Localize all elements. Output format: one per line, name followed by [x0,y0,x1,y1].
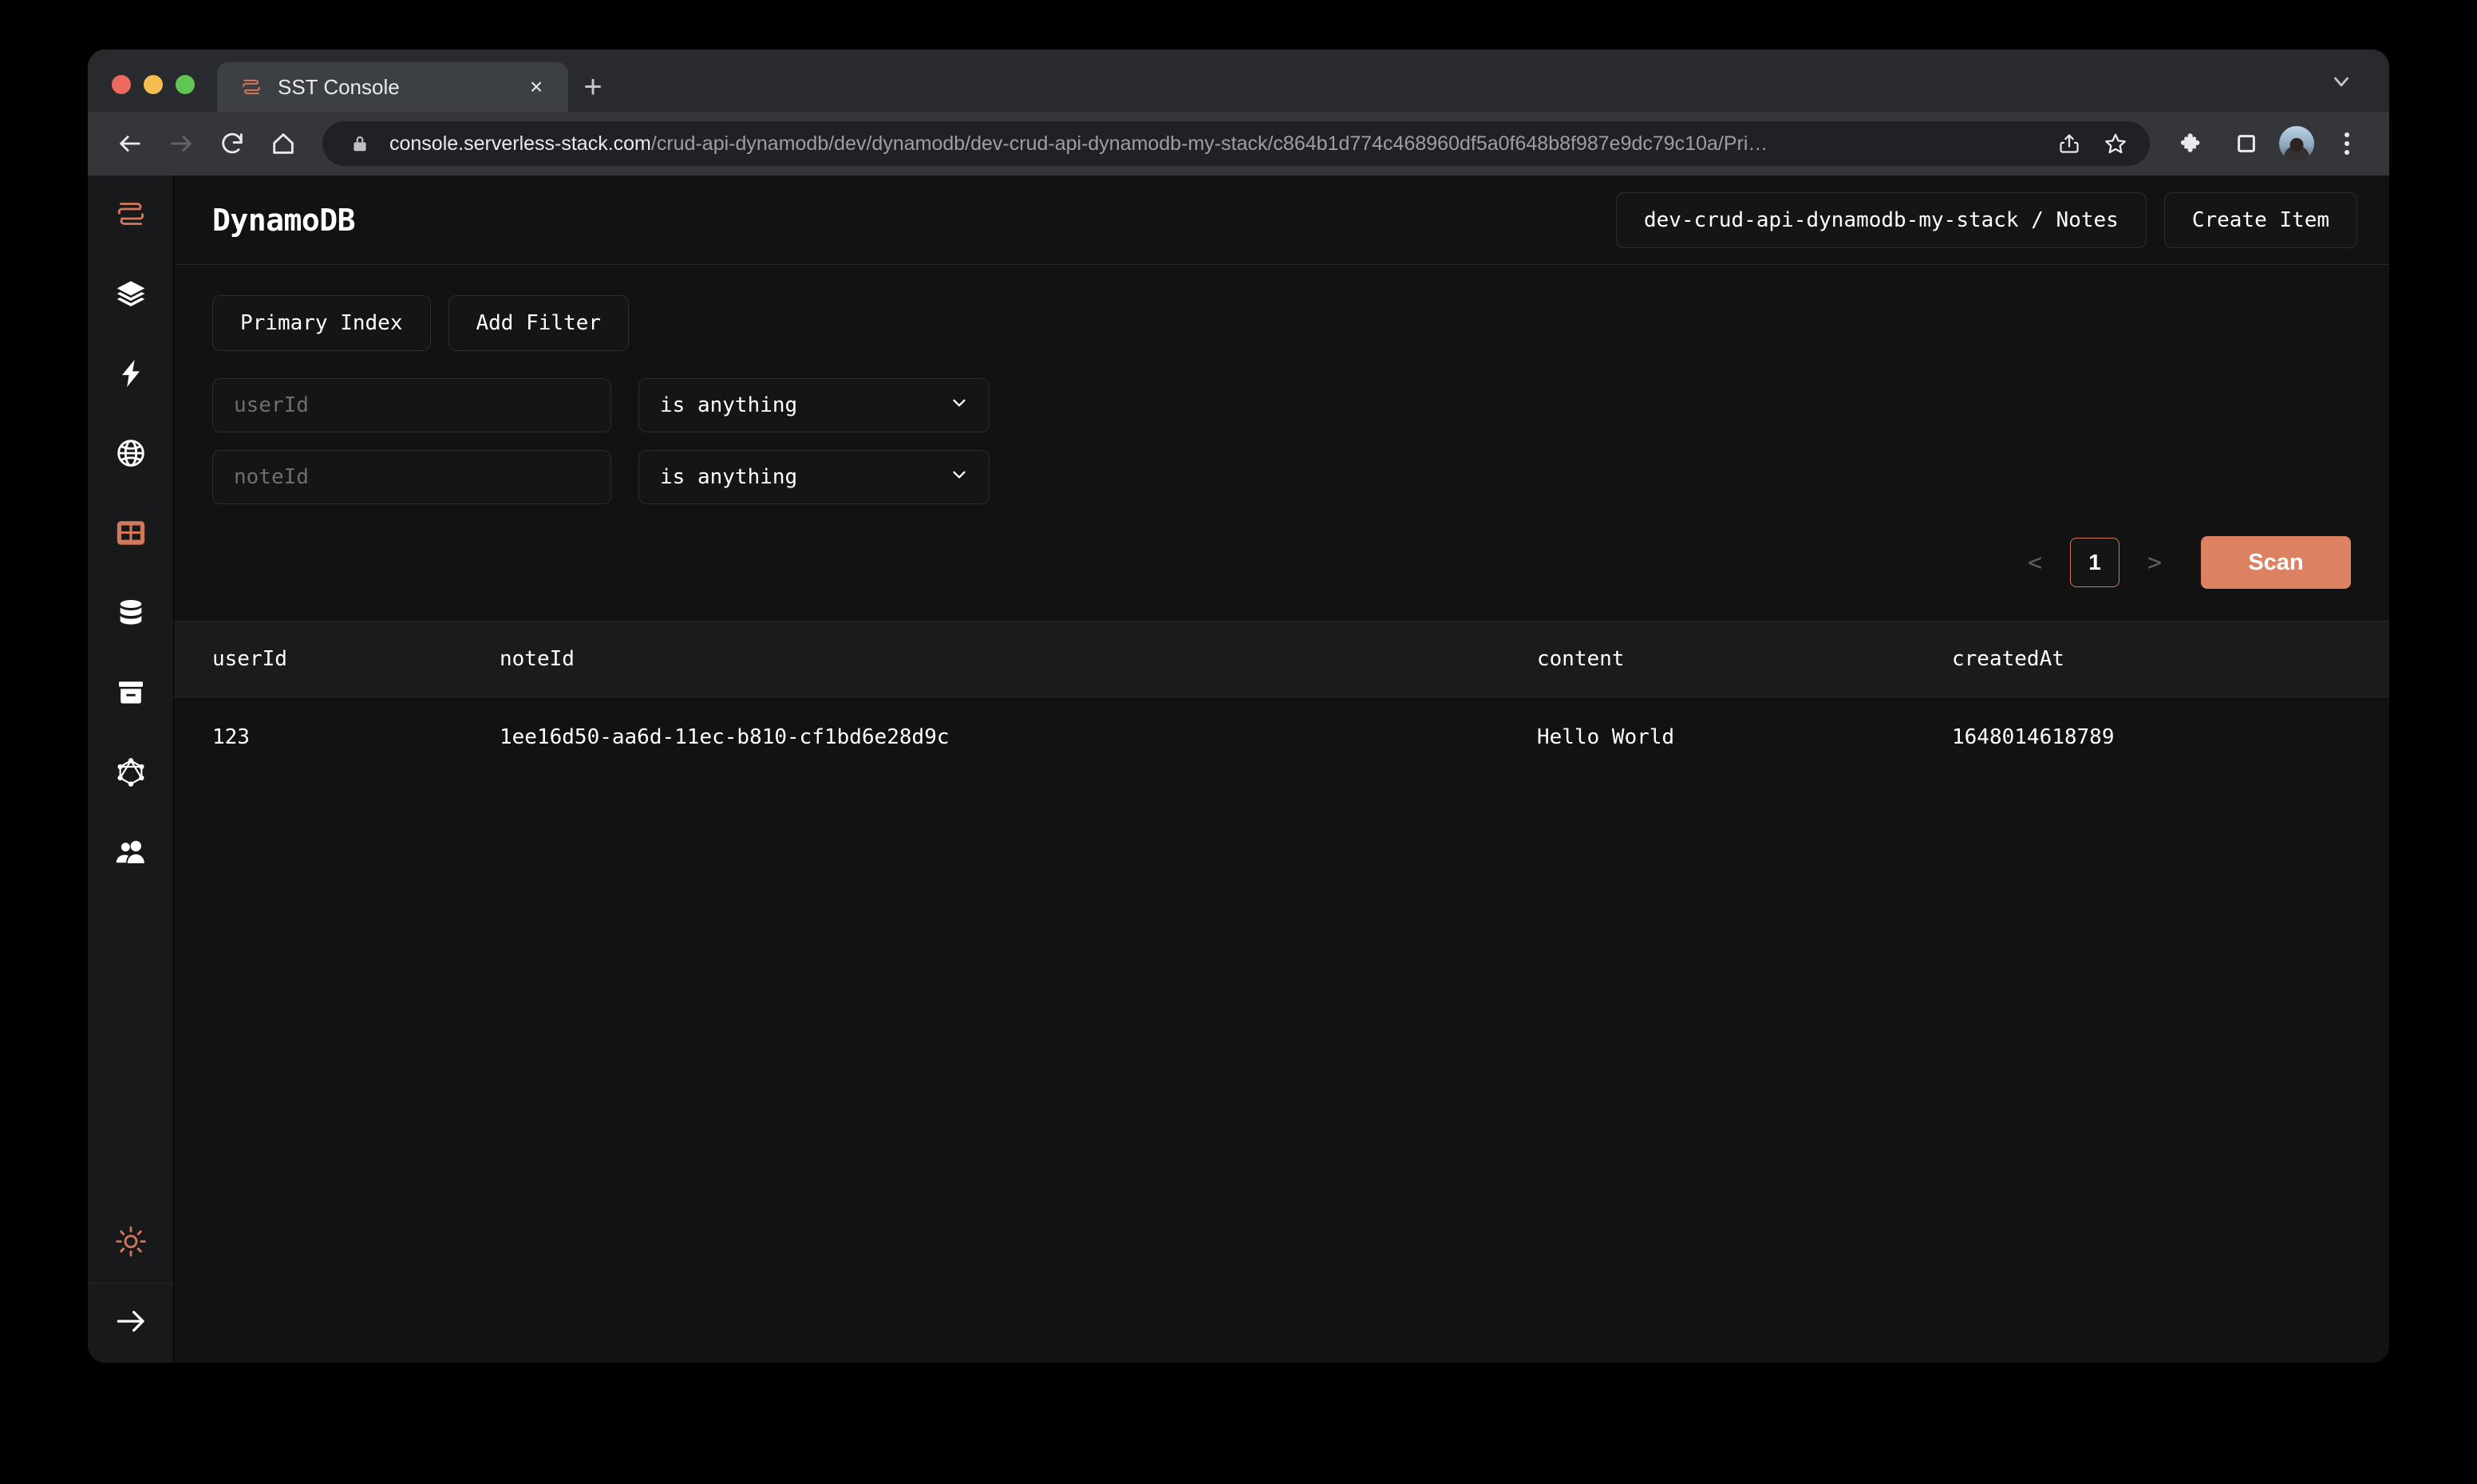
page-title: DynamoDB [212,202,356,238]
page-number[interactable]: 1 [2070,538,2119,587]
filter-row-userid: is anything [212,378,2351,432]
sst-logo-icon [113,196,148,235]
reload-button[interactable] [211,122,254,165]
table-icon [114,516,148,554]
prev-page-button[interactable]: < [2021,549,2049,577]
lock-icon [343,127,377,160]
filter-key-input-noteid[interactable] [212,450,611,504]
filter-fields: is anything is anything [212,378,2351,504]
window-maximize-button[interactable] [176,75,195,94]
sidebar-item-stacks[interactable] [88,255,174,335]
items-table: userId noteId content createdAt 123 1ee1… [174,621,2389,1363]
browser-tab-sst-console[interactable]: SST Console × [217,62,568,112]
create-item-button[interactable]: Create Item [2163,191,2357,248]
cell-createdat: 1648014618789 [1952,725,2115,749]
tab-list-chevron-down-icon[interactable] [2325,65,2357,97]
url-path: /crud-api-dynamodb/dev/dynamodb/dev-crud… [650,132,1768,155]
filter-condition-value-noteid: is anything [660,465,798,489]
tab-strip: SST Console × + [88,49,2389,112]
address-bar[interactable]: console.serverless-stack.com/crud-api-dy… [322,121,2150,166]
add-filter-button[interactable]: Add Filter [448,295,630,351]
kebab-menu-icon[interactable] [2325,122,2368,165]
address-bar-url: console.serverless-stack.com/crud-api-dy… [389,132,2040,156]
filter-row-noteid: is anything [212,450,2351,504]
cell-content: Hello World [1537,725,1675,749]
window-minimize-button[interactable] [144,75,163,94]
browser-tab-title: SST Console [278,74,400,99]
filter-key-input-userid[interactable] [212,378,611,432]
sidebar-item-functions[interactable] [88,335,174,415]
chevron-down-icon [949,393,970,419]
main-content: DynamoDB dev-crud-api-dynamodb-my-stack … [174,176,2389,1363]
filter-condition-select-userid[interactable]: is anything [638,378,990,432]
sidebar-item-buckets[interactable] [88,654,174,734]
filter-panel: Primary Index Add Filter is anything [174,265,2389,504]
star-icon[interactable] [2099,127,2132,160]
app-sidebar [88,176,174,1363]
sun-icon [115,1225,147,1261]
puzzle-icon[interactable] [2171,122,2214,165]
table-empty-space [174,777,2389,1363]
url-host: console.serverless-stack.com [389,132,651,155]
window-traffic-lights [112,75,217,112]
back-button[interactable] [109,122,152,165]
profile-avatar[interactable] [2279,126,2314,161]
side-panel-icon[interactable] [2225,122,2268,165]
home-button[interactable] [262,122,305,165]
sidebar-item-api[interactable] [88,415,174,495]
graphql-icon [115,756,147,792]
app-viewport: DynamoDB dev-crud-api-dynamodb-my-stack … [88,176,2389,1363]
layers-icon [115,278,147,314]
browser-toolbar: console.serverless-stack.com/crud-api-dy… [88,112,2389,176]
share-icon[interactable] [2052,127,2086,160]
table-row[interactable]: 123 1ee16d50-aa6d-11ec-b810-cf1bd6e28d9c… [174,697,2389,777]
cell-userid: 123 [212,725,250,749]
column-header-userid: userId [212,647,287,671]
archive-icon [115,677,147,712]
sidebar-item-rds[interactable] [88,574,174,654]
filter-condition-select-noteid[interactable]: is anything [638,450,990,504]
app-header: DynamoDB dev-crud-api-dynamodb-my-stack … [174,176,2389,265]
table-selector-button[interactable]: dev-crud-api-dynamodb-my-stack / Notes [1615,191,2147,248]
scan-button[interactable]: Scan [2201,536,2351,589]
arrow-right-icon [113,1304,148,1343]
tab-close-icon[interactable]: × [520,76,552,98]
cell-noteid: 1ee16d50-aa6d-11ec-b810-cf1bd6e28d9c [500,725,950,749]
sidebar-item-dynamodb[interactable] [88,495,174,574]
lightning-icon [115,357,147,393]
users-icon [114,835,148,873]
column-header-createdat: createdAt [1952,647,2064,671]
filter-toolbar: Primary Index Add Filter [212,295,2351,351]
sidebar-item-theme-toggle[interactable] [88,1203,174,1283]
table-header-row: userId noteId content createdAt [174,621,2389,697]
header-actions: dev-crud-api-dynamodb-my-stack / Notes C… [1615,191,2357,248]
sst-logo-icon [239,75,263,99]
sidebar-item-expand[interactable] [88,1283,174,1363]
globe-icon [115,437,147,473]
next-page-button[interactable]: > [2140,549,2169,577]
sidebar-item-graphql[interactable] [88,734,174,814]
database-icon [115,597,147,633]
browser-window: SST Console × + console.serverless-stack… [88,49,2389,1363]
sidebar-item-cognito[interactable] [88,814,174,894]
browser-actions [2158,122,2368,165]
primary-index-button[interactable]: Primary Index [212,295,431,351]
filter-condition-value-userid: is anything [660,393,798,417]
column-header-noteid: noteId [500,647,575,671]
window-close-button[interactable] [112,75,131,94]
column-header-content: content [1537,647,1625,671]
new-tab-button[interactable]: + [568,62,618,112]
chevron-down-icon [949,464,970,491]
pagination-bar: < 1 > Scan [174,536,2389,589]
sidebar-item-logo[interactable] [88,176,174,255]
forward-button[interactable] [160,122,203,165]
